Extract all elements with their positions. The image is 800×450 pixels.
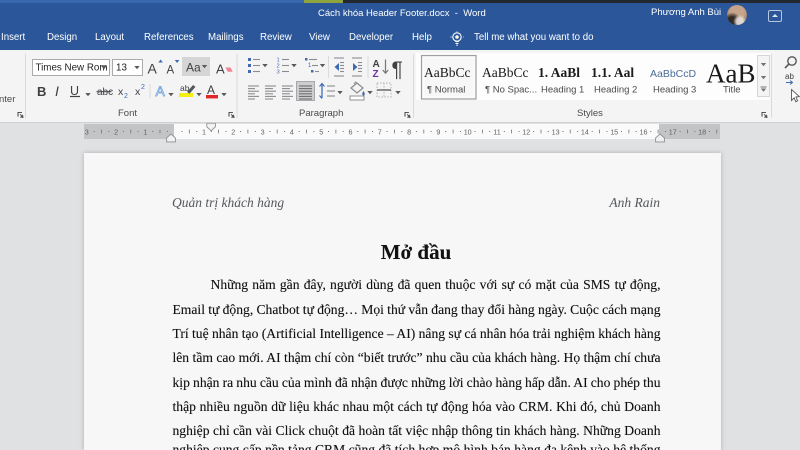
svg-text:10: 10	[464, 128, 472, 137]
svg-text:¶: ¶	[392, 58, 403, 81]
svg-text:Heading 1: Heading 1	[541, 85, 584, 96]
svg-text:17: 17	[669, 128, 677, 137]
svg-text:Heading 2: Heading 2	[594, 85, 637, 96]
svg-text:11: 11	[493, 128, 500, 137]
svg-text:Title: Title	[723, 85, 741, 96]
svg-text:¶ No Spac...: ¶ No Spac...	[485, 85, 537, 96]
svg-text:Times New Rom: Times New Rom	[36, 63, 108, 74]
svg-text:18: 18	[698, 128, 706, 137]
svg-text:Heading 3: Heading 3	[653, 85, 696, 96]
svg-text:A: A	[156, 83, 166, 99]
svg-text:B: B	[37, 84, 46, 99]
svg-text:6: 6	[349, 128, 353, 137]
svg-text:A: A	[216, 62, 225, 77]
svg-text:1: 1	[143, 128, 147, 137]
svg-text:8: 8	[407, 128, 411, 137]
svg-text:15: 15	[610, 128, 618, 137]
svg-text:2: 2	[141, 84, 145, 91]
svg-text:12: 12	[522, 128, 530, 137]
svg-text:AaBbCc: AaBbCc	[424, 65, 471, 80]
svg-text:2: 2	[231, 128, 235, 137]
svg-text:3: 3	[261, 128, 265, 137]
svg-text:1.1. Aal: 1.1. Aal	[591, 65, 634, 80]
svg-text:Styles: Styles	[577, 108, 603, 119]
svg-text:2: 2	[124, 93, 128, 100]
svg-text:3: 3	[85, 128, 89, 137]
svg-text:3: 3	[277, 70, 280, 76]
svg-text:ab: ab	[785, 72, 794, 81]
svg-text:A: A	[207, 83, 215, 97]
svg-text:I: I	[55, 83, 59, 99]
svg-text:5: 5	[319, 128, 323, 137]
svg-text:1: 1	[308, 63, 312, 69]
svg-text:AaBbCcD: AaBbCcD	[650, 68, 697, 80]
svg-text:Aa: Aa	[186, 61, 201, 75]
svg-text:2: 2	[114, 128, 118, 137]
svg-text:14: 14	[581, 128, 589, 137]
svg-text:Paragraph: Paragraph	[299, 108, 343, 119]
svg-text:¶ Normal: ¶ Normal	[427, 85, 465, 96]
svg-text:1. AaBl: 1. AaBl	[538, 65, 580, 80]
svg-text:A: A	[167, 65, 175, 77]
svg-text:Font: Font	[118, 108, 137, 119]
svg-text:Z: Z	[373, 69, 379, 80]
svg-text:13: 13	[552, 128, 560, 137]
svg-text:7: 7	[378, 128, 382, 137]
svg-text:AaBbCc: AaBbCc	[482, 65, 529, 80]
svg-text:4: 4	[290, 128, 294, 137]
svg-text:abc: abc	[97, 87, 113, 98]
svg-text:nter: nter	[0, 94, 15, 105]
svg-text:A: A	[148, 61, 158, 77]
svg-text:16: 16	[640, 128, 648, 137]
svg-text:13: 13	[116, 63, 127, 74]
svg-text:9: 9	[436, 128, 440, 137]
svg-text:1: 1	[202, 128, 206, 137]
